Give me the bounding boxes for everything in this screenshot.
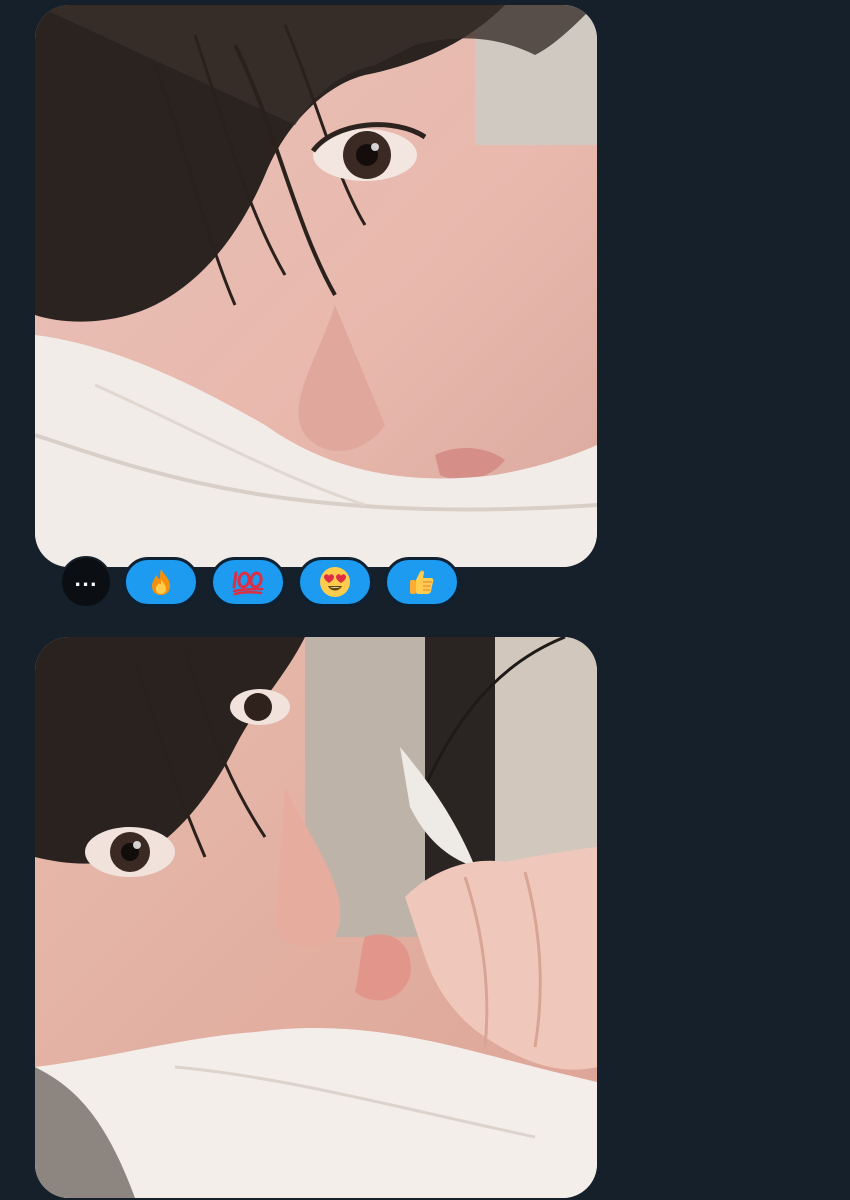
reaction-bar: ... bbox=[60, 556, 460, 608]
reaction-thumbs-up-button[interactable] bbox=[384, 557, 460, 607]
more-reactions-button[interactable]: ... bbox=[60, 556, 112, 608]
thumbs-up-emoji-icon bbox=[410, 570, 434, 594]
photo-message-1[interactable] bbox=[35, 5, 597, 567]
chat-screen: ... bbox=[0, 0, 850, 1200]
reaction-heart-eyes-button[interactable] bbox=[297, 557, 373, 607]
photo-message-2[interactable] bbox=[35, 637, 597, 1198]
fire-emoji-icon bbox=[152, 569, 170, 595]
photo-1-image bbox=[35, 5, 597, 567]
reaction-hundred-button[interactable] bbox=[210, 557, 286, 607]
more-reactions-label: ... bbox=[74, 569, 98, 591]
hundred-points-emoji-icon bbox=[232, 571, 264, 596]
reaction-fire-button[interactable] bbox=[123, 557, 199, 607]
photo-2-image bbox=[35, 637, 597, 1198]
heart-eyes-emoji-icon bbox=[320, 567, 350, 597]
